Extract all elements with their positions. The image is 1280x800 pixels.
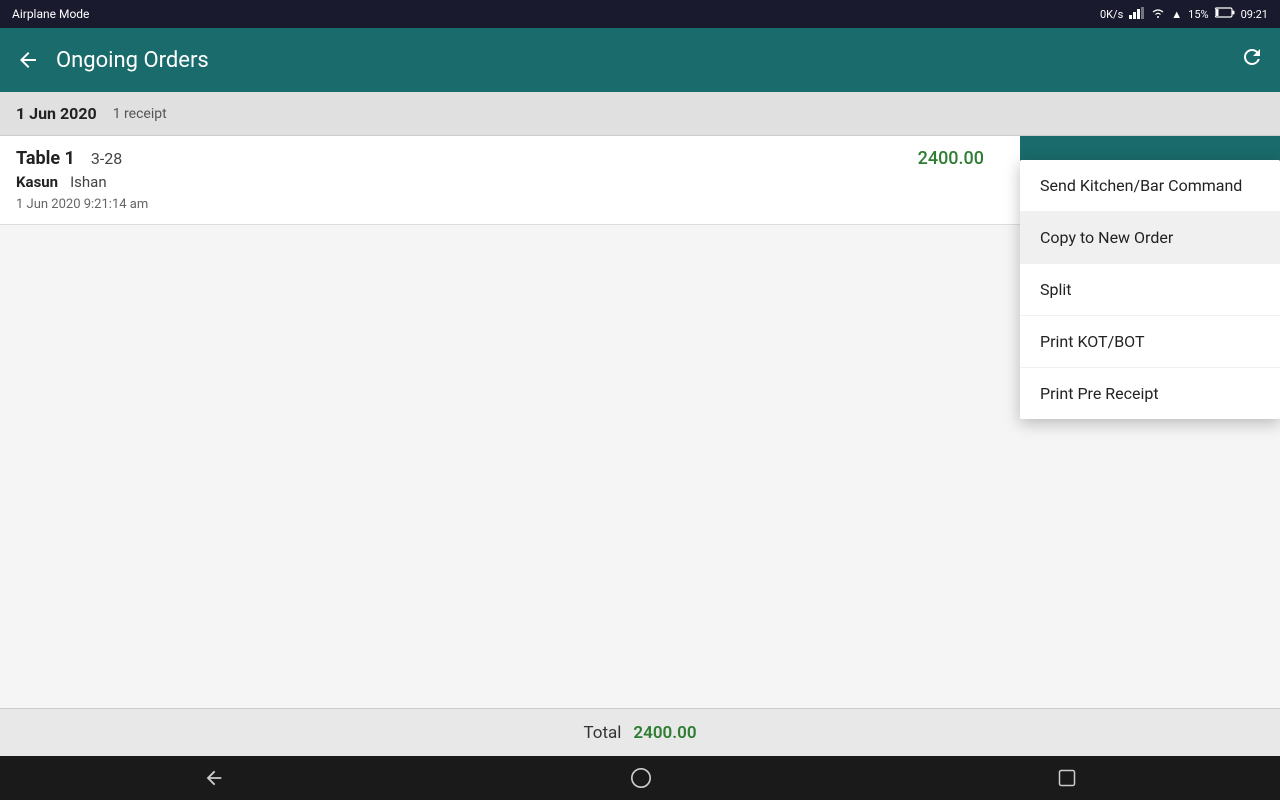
page-title: Ongoing Orders: [56, 48, 1224, 73]
airplane-mode-label: Airplane Mode: [12, 7, 89, 21]
nav-home-button[interactable]: [630, 767, 652, 789]
status-bar-left: Airplane Mode: [12, 7, 89, 21]
battery-icon: [1215, 7, 1235, 21]
signal-icon: [1129, 7, 1145, 22]
nav-back-button[interactable]: [203, 767, 225, 789]
time-display: 09:21: [1241, 8, 1268, 21]
nav-recents-button[interactable]: [1057, 768, 1077, 788]
total-amount: 2400.00: [633, 723, 696, 743]
wifi-icon: [1151, 8, 1165, 21]
order-table: Table 1: [16, 148, 75, 169]
menu-item-print-kot[interactable]: Print KOT/BOT: [1020, 316, 1280, 368]
back-button[interactable]: [16, 48, 40, 72]
date-header: 1 Jun 2020 1 receipt: [0, 92, 1280, 136]
menu-item-send-kitchen[interactable]: Send Kitchen/Bar Command: [1020, 160, 1280, 212]
status-bar: Airplane Mode 0K/s ▲ 15%: [0, 0, 1280, 28]
receipt-count: 1 receipt: [113, 106, 167, 122]
status-bar-right: 0K/s ▲ 15% 09:21: [1100, 7, 1268, 22]
upload-icon: ▲: [1171, 8, 1182, 21]
order-server: Ishan: [70, 173, 107, 191]
order-code: 3-28: [91, 149, 122, 168]
refresh-button[interactable]: [1240, 45, 1264, 75]
dropdown-menu: Send Kitchen/Bar Command Copy to New Ord…: [1020, 160, 1280, 419]
order-waiter: Kasun: [16, 173, 58, 191]
menu-item-copy-new-order[interactable]: Copy to New Order: [1020, 212, 1280, 264]
nav-bar: [0, 756, 1280, 800]
total-bar: Total 2400.00: [0, 708, 1280, 756]
app-bar: Ongoing Orders: [0, 28, 1280, 92]
battery-percent: 15%: [1188, 8, 1208, 21]
network-speed: 0K/s: [1100, 8, 1123, 21]
menu-item-print-pre-receipt[interactable]: Print Pre Receipt: [1020, 368, 1280, 419]
total-label: Total: [583, 723, 621, 743]
date-label: 1 Jun 2020: [16, 104, 97, 123]
menu-item-split[interactable]: Split: [1020, 264, 1280, 316]
order-amount: 2400.00: [918, 148, 984, 169]
